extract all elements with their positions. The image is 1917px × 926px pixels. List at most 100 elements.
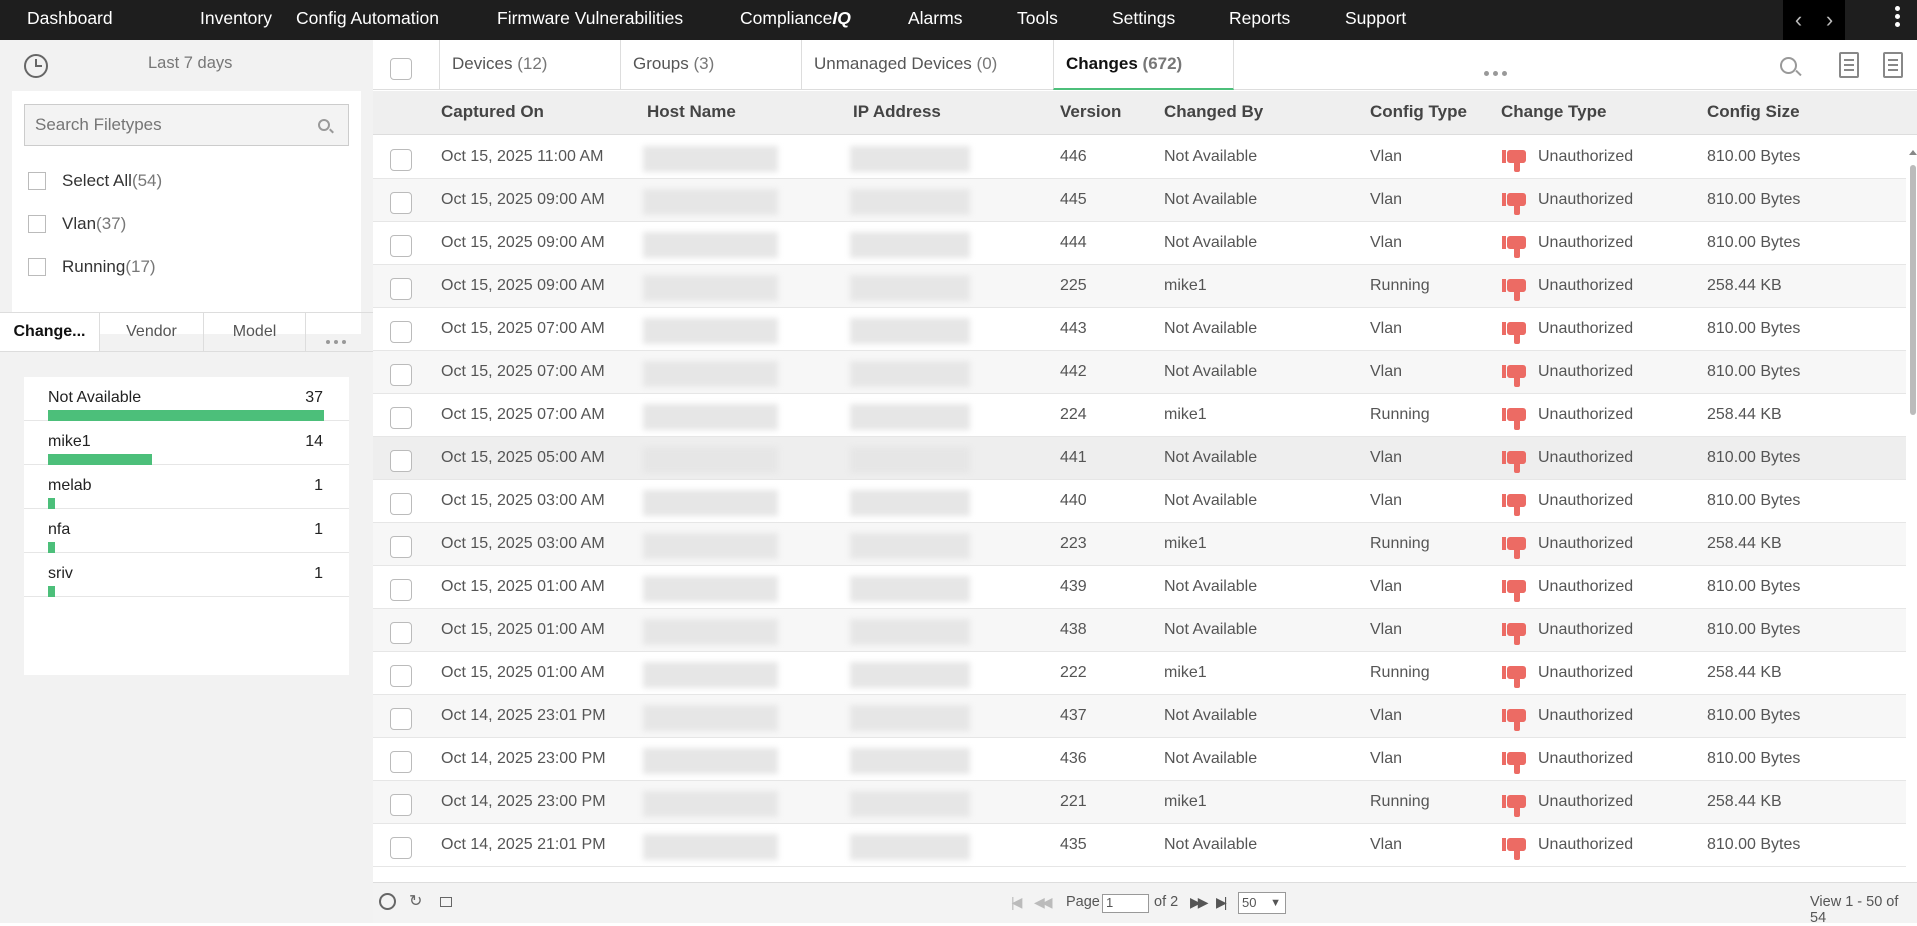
- table-row[interactable]: Oct 14, 2025 23:00 PM 221 mike1 Running Unau…: [373, 781, 1906, 824]
- row-checkbox[interactable]: [390, 450, 412, 472]
- row-checkbox[interactable]: [390, 794, 412, 816]
- more-tabs-icon[interactable]: [326, 331, 350, 349]
- cell-version[interactable]: 225: [1060, 277, 1087, 295]
- more-tabs-icon[interactable]: [1484, 63, 1511, 81]
- table-row[interactable]: Oct 15, 2025 07:00 AM 443 Not Available Vla…: [373, 308, 1906, 351]
- table-row[interactable]: Oct 15, 2025 01:00 AM 222 mike1 Running Unau…: [373, 652, 1906, 695]
- scroll-up-icon[interactable]: [1909, 150, 1917, 155]
- table-row[interactable]: Oct 15, 2025 03:00 AM 440 Not Available Vla…: [373, 480, 1906, 523]
- row-checkbox[interactable]: [390, 536, 412, 558]
- select-all-checkbox[interactable]: [390, 58, 412, 80]
- table-row[interactable]: Oct 15, 2025 05:00 AM 441 Not Available Vla…: [373, 437, 1906, 480]
- tab-changes[interactable]: Changes (672): [1053, 40, 1234, 90]
- col-version[interactable]: Version: [1060, 102, 1121, 122]
- tab-vendor[interactable]: Vendor: [100, 313, 204, 351]
- nav-tools[interactable]: Tools: [1017, 8, 1058, 29]
- table-row[interactable]: Oct 15, 2025 09:00 AM 444 Not Available Vla…: [373, 222, 1906, 265]
- row-checkbox[interactable]: [390, 665, 412, 687]
- row-checkbox[interactable]: [390, 278, 412, 300]
- filetype-search-input[interactable]: [25, 105, 295, 145]
- nav-support[interactable]: Support: [1345, 8, 1406, 29]
- cell-version[interactable]: 437: [1060, 707, 1087, 725]
- cell-host-name-redacted[interactable]: [643, 791, 778, 817]
- document-export-icon[interactable]: [1883, 52, 1903, 78]
- cell-host-name-redacted[interactable]: [643, 232, 778, 258]
- scrollbar-thumb[interactable]: [1910, 165, 1916, 415]
- table-row[interactable]: Oct 15, 2025 01:00 AM 439 Not Available Vla…: [373, 566, 1906, 609]
- table-row[interactable]: Oct 15, 2025 09:00 AM 445 Not Available Vla…: [373, 179, 1906, 222]
- scrollbar[interactable]: [1908, 150, 1917, 920]
- cell-host-name-redacted[interactable]: [643, 662, 778, 688]
- tab-groups[interactable]: Groups (3): [620, 40, 801, 90]
- filetype-option-running[interactable]: Running (17): [28, 257, 156, 277]
- col-host-name[interactable]: Host Name: [647, 102, 736, 122]
- col-captured-on[interactable]: Captured On: [441, 102, 544, 122]
- filetype-option-vlan[interactable]: Vlan (37): [28, 214, 126, 234]
- cell-version[interactable]: 435: [1060, 836, 1087, 854]
- col-config-type[interactable]: Config Type: [1370, 102, 1467, 122]
- cell-version[interactable]: 445: [1060, 191, 1087, 209]
- cell-host-name-redacted[interactable]: [643, 490, 778, 516]
- cell-host-name-redacted[interactable]: [643, 318, 778, 344]
- row-checkbox[interactable]: [390, 149, 412, 171]
- cell-host-name-redacted[interactable]: [643, 146, 778, 172]
- cell-version[interactable]: 441: [1060, 449, 1087, 467]
- table-row[interactable]: Oct 15, 2025 03:00 AM 223 mike1 Running Unau…: [373, 523, 1906, 566]
- last-page-icon[interactable]: ▶|: [1216, 894, 1228, 911]
- table-row[interactable]: Oct 15, 2025 09:00 AM 225 mike1 Running Unau…: [373, 265, 1906, 308]
- row-checkbox[interactable]: [390, 579, 412, 601]
- table-row[interactable]: Oct 14, 2025 23:00 PM 436 Not Available Vla…: [373, 738, 1906, 781]
- row-checkbox[interactable]: [390, 407, 412, 429]
- first-page-icon[interactable]: |◀: [1011, 894, 1023, 911]
- table-row[interactable]: Oct 14, 2025 23:01 PM 437 Not Available Vla…: [373, 695, 1906, 738]
- checkbox[interactable]: [28, 172, 46, 190]
- row-checkbox[interactable]: [390, 837, 412, 859]
- bar-row[interactable]: nfa 1: [24, 509, 349, 553]
- tab-model[interactable]: Model: [204, 313, 306, 351]
- cell-host-name-redacted[interactable]: [643, 447, 778, 473]
- nav-settings[interactable]: Settings: [1112, 8, 1175, 29]
- cell-host-name-redacted[interactable]: [643, 748, 778, 774]
- table-row[interactable]: Oct 15, 2025 07:00 AM 224 mike1 Running Unau…: [373, 394, 1906, 437]
- cell-version[interactable]: 440: [1060, 492, 1087, 510]
- row-checkbox[interactable]: [390, 751, 412, 773]
- cell-host-name-redacted[interactable]: [643, 275, 778, 301]
- col-config-size[interactable]: Config Size: [1707, 102, 1800, 122]
- checkbox[interactable]: [28, 215, 46, 233]
- bar-row[interactable]: mike1 14: [24, 421, 349, 465]
- rows-per-page-select[interactable]: 50 ▼: [1238, 892, 1286, 914]
- row-checkbox[interactable]: [390, 364, 412, 386]
- nav-compliance-iq[interactable]: ComplianceIQ: [740, 8, 851, 29]
- nav-inventory[interactable]: Inventory: [200, 8, 272, 29]
- cell-host-name-redacted[interactable]: [643, 361, 778, 387]
- cell-version[interactable]: 443: [1060, 320, 1087, 338]
- table-row[interactable]: Oct 15, 2025 07:00 AM 442 Not Available Vla…: [373, 351, 1906, 394]
- cell-version[interactable]: 438: [1060, 621, 1087, 639]
- tab-unmanaged-devices[interactable]: Unmanaged Devices (0): [801, 40, 1057, 90]
- nav-config-automation[interactable]: Config Automation: [296, 8, 439, 29]
- cell-host-name-redacted[interactable]: [643, 619, 778, 645]
- nav-alarms[interactable]: Alarms: [908, 8, 962, 29]
- cell-version[interactable]: 436: [1060, 750, 1087, 768]
- cell-version[interactable]: 223: [1060, 535, 1087, 553]
- bar-row[interactable]: melab 1: [24, 465, 349, 509]
- cell-version[interactable]: 442: [1060, 363, 1087, 381]
- search-icon[interactable]: [379, 893, 396, 910]
- search-icon[interactable]: [1780, 57, 1797, 74]
- columns-icon[interactable]: [440, 897, 452, 907]
- row-checkbox[interactable]: [390, 321, 412, 343]
- col-ip-address[interactable]: IP Address: [853, 102, 941, 122]
- bar-row[interactable]: sriv 1: [24, 553, 349, 597]
- time-filter[interactable]: Last 7 days: [0, 40, 373, 90]
- cell-host-name-redacted[interactable]: [643, 705, 778, 731]
- cell-version[interactable]: 444: [1060, 234, 1087, 252]
- col-change-type[interactable]: Change Type: [1501, 102, 1606, 122]
- cell-version[interactable]: 224: [1060, 406, 1087, 424]
- row-checkbox[interactable]: [390, 235, 412, 257]
- col-changed-by[interactable]: Changed By: [1164, 102, 1263, 122]
- kebab-menu-icon[interactable]: [1895, 6, 1901, 30]
- document-search-icon[interactable]: [1839, 52, 1859, 78]
- nav-dashboard[interactable]: Dashboard: [27, 8, 113, 29]
- row-checkbox[interactable]: [390, 708, 412, 730]
- row-checkbox[interactable]: [390, 622, 412, 644]
